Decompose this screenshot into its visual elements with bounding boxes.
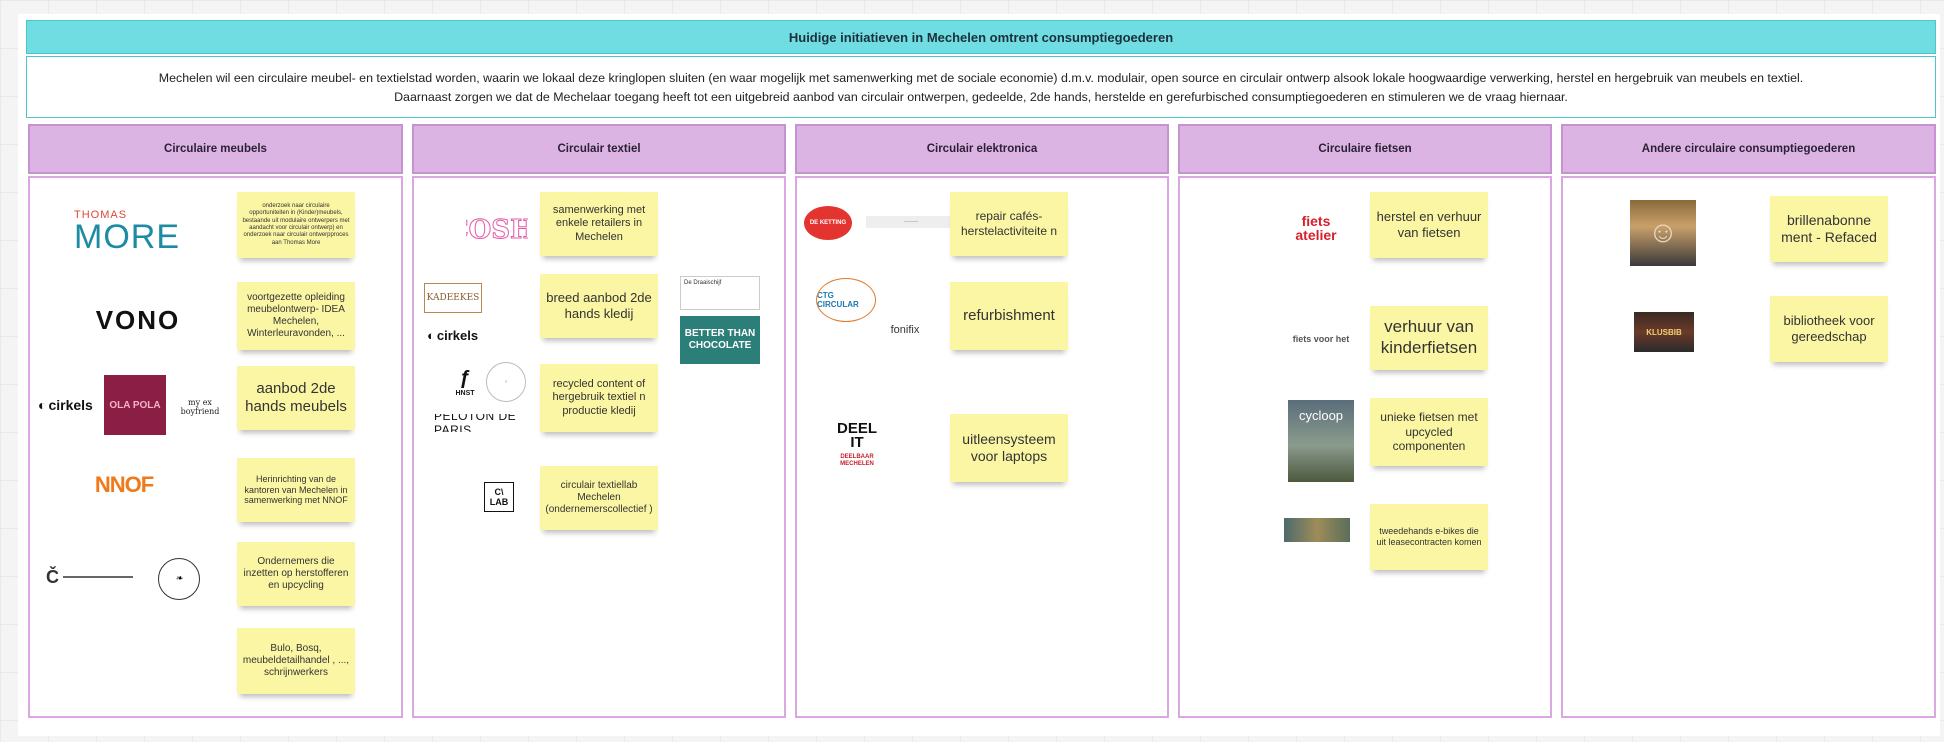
sticky-note[interactable]: recycled content of hergebruik textiel n… <box>540 364 658 432</box>
deelbaar-mechelen-label: DEELBAAR MECHELEN <box>840 454 874 467</box>
column-header-andere[interactable]: Andere circulaire consumptiegoederen <box>1561 124 1936 174</box>
cirkels-icon: ◐ <box>38 397 47 413</box>
ebike-photo[interactable] <box>1284 518 1350 542</box>
thomas-more-logo[interactable]: THOMAS MORE <box>74 204 194 258</box>
sticky-note[interactable]: verhuur van kinderfietsen <box>1370 306 1488 370</box>
sticky-note[interactable]: herstel en verhuur van fietsen <box>1370 192 1488 258</box>
cirkels-logo-2[interactable]: ◐ cirkels <box>427 324 493 346</box>
sticky-note[interactable]: unieke fietsen met upcycled componenten <box>1370 398 1488 466</box>
column-header-meubels[interactable]: Circulaire meubels <box>28 124 403 174</box>
column-fietsen <box>1178 176 1552 718</box>
cycloop-photo[interactable]: cycloop <box>1288 400 1354 482</box>
fietsvoorhet-logo[interactable]: fiets voor het <box>1290 324 1352 354</box>
nnof-logo[interactable]: NNOF <box>92 472 156 498</box>
peloton-de-paris-logo[interactable]: PELOTON DE PARIS <box>434 414 538 432</box>
sticky-note[interactable]: circulair textiellab Mechelen (onderneme… <box>540 466 658 530</box>
fietsatelier-logo[interactable]: fiets atelier <box>1280 210 1352 246</box>
cirkels-logo[interactable]: ◐ cirkels <box>38 394 104 416</box>
sticky-note[interactable]: bibliotheek voor gereedschap <box>1770 296 1888 362</box>
sticky-note[interactable]: breed aanbod 2de hands kledij <box>540 274 658 338</box>
better-than-chocolate-logo[interactable]: BETTER THAN CHOCOLATE <box>680 316 760 364</box>
repair-cafe-wordmark[interactable]: ──── <box>866 216 956 228</box>
refaced-photo[interactable]: ☺ <box>1630 200 1696 266</box>
jade-wordmark <box>63 576 133 578</box>
column-header-textiel[interactable]: Circulair textiel <box>412 124 786 174</box>
sticky-note[interactable]: uitleensysteem voor laptops <box>950 414 1068 482</box>
column-header-fietsen[interactable]: Circulaire fietsen <box>1178 124 1552 174</box>
board-title[interactable]: Huidige initiatieven in Mechelen omtrent… <box>26 20 1936 54</box>
board-description[interactable]: Mechelen wil een circulaire meubel- en t… <box>26 56 1936 118</box>
my-ex-boyfriend-logo[interactable]: my ex boyfriend <box>174 395 226 419</box>
fonifix-logo[interactable]: fonifix <box>880 322 930 338</box>
sticky-note[interactable]: repair cafés- herstelactiviteite n <box>950 192 1068 256</box>
sticky-note[interactable]: tweedehands e-bikes die uit leasecontrac… <box>1370 504 1488 570</box>
person-icon: ☺ <box>1647 216 1679 249</box>
creative-studio-logo[interactable]: ❧ <box>158 558 200 600</box>
de-draaischijf-logo[interactable]: De Draaischijf <box>680 276 760 310</box>
deel-it-label: DEEL IT <box>837 420 878 451</box>
jade-icon: Č <box>46 566 59 587</box>
ctg-circular-logo[interactable]: CTG CIRCULAR <box>816 278 876 322</box>
kiel-circle-logo[interactable]: ○ <box>486 362 526 402</box>
cirkels-label-2: cirkels <box>436 327 479 343</box>
klusbib-photo[interactable]: KLUSBIB <box>1634 312 1694 352</box>
thomas-more-logo-bottom: MORE <box>74 218 180 256</box>
de-ketting-logo[interactable]: DE KETTING <box>804 206 852 240</box>
cirkels-label: cirkels <box>48 397 93 413</box>
description-line-1: Mechelen wil een circulaire meubel- en t… <box>158 71 1804 85</box>
sticky-note[interactable]: Herinrichting van de kantoren van Mechel… <box>237 458 355 522</box>
sticky-note[interactable]: Ondernemers die inzetten op herstofferen… <box>237 542 355 606</box>
sticky-note[interactable]: brillenabonne ment - Refaced <box>1770 196 1888 262</box>
sticky-note[interactable]: onderzoek naar circulaire opportuniteite… <box>237 192 355 258</box>
description-line-2: Daarnaast zorgen we dat de Mechelaar toe… <box>394 90 1568 104</box>
hnst-label: HNST <box>455 390 475 397</box>
hnst-icon: ƒ <box>459 367 471 389</box>
hnst-logo[interactable]: ƒ HNST <box>450 362 480 402</box>
column-textiel <box>412 176 786 718</box>
deel-it-logo[interactable]: DEEL IT DEELBAAR MECHELEN <box>830 412 884 478</box>
sticky-note[interactable]: samenwerking met enkele retailers in Mec… <box>540 192 658 256</box>
jade-furniture-logo[interactable]: Č <box>46 566 148 588</box>
sticky-note[interactable]: Bulo, Bosq, meubeldetailhandel , ..., sc… <box>237 628 355 694</box>
cirkels-icon-2: ◐ <box>427 327 435 343</box>
ola-pola-logo[interactable]: OLA POLA <box>104 375 166 435</box>
clab-logo[interactable]: C\ LAB <box>484 482 514 512</box>
sticky-note[interactable]: voortgezette opleiding meubelontwerp- ID… <box>237 282 355 350</box>
sticky-note[interactable]: aanbod 2de hands meubels <box>237 366 355 430</box>
kadeekes-logo[interactable]: KADEEKES <box>424 283 482 313</box>
cosh-logo[interactable]: COSH! <box>466 212 528 248</box>
sticky-note[interactable]: refurbishment <box>950 282 1068 350</box>
column-header-elektronica[interactable]: Circulair elektronica <box>795 124 1169 174</box>
vono-logo[interactable]: VONO <box>88 304 188 336</box>
